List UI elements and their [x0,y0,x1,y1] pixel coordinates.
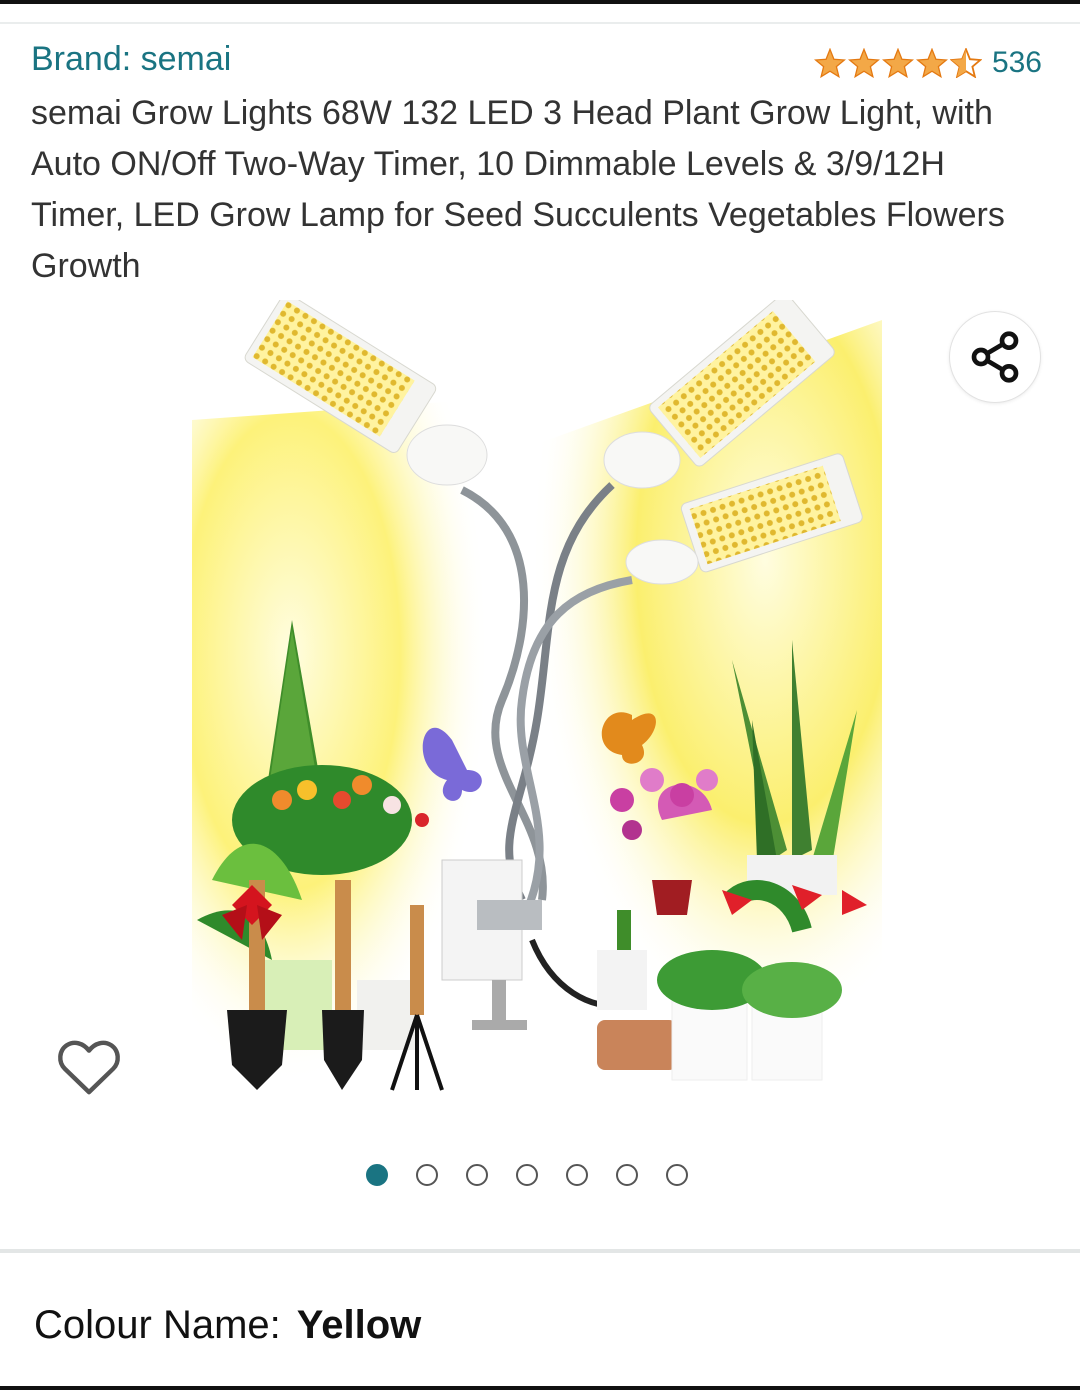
product-title: semai Grow Lights 68W 132 LED 3 Head Pla… [31,94,1005,285]
star-full-icon [813,48,846,78]
star-full-icon [881,48,914,78]
heart-outline-icon [58,1040,120,1095]
bottom-edge [0,1386,1080,1390]
product-image[interactable] [192,300,882,1120]
top-divider [0,22,1080,24]
section-divider [0,1249,1080,1253]
brand-link[interactable]: Brand: semai [31,40,231,79]
top-edge [0,0,1080,4]
review-count[interactable]: 536 [992,46,1042,80]
carousel-dot[interactable] [616,1164,638,1186]
carousel-dot[interactable] [416,1164,438,1186]
colour-label: Colour Name: [34,1303,281,1347]
colour-variation[interactable]: Colour Name: Yellow [34,1303,421,1348]
wishlist-button[interactable] [56,1035,122,1097]
colour-value: Yellow [296,1303,422,1347]
rating-summary[interactable]: 536 [813,46,1042,80]
carousel-dot[interactable] [466,1164,488,1186]
carousel-dot[interactable] [516,1164,538,1186]
star-rating [813,48,982,78]
share-icon [971,331,1019,383]
share-button[interactable] [950,312,1040,402]
star-full-icon [847,48,880,78]
star-full-icon [915,48,948,78]
star-half-icon [949,48,982,78]
carousel-dot[interactable] [666,1164,688,1186]
carousel-dot[interactable] [366,1164,388,1186]
carousel-dot[interactable] [566,1164,588,1186]
image-carousel-indicator[interactable] [366,1164,688,1186]
